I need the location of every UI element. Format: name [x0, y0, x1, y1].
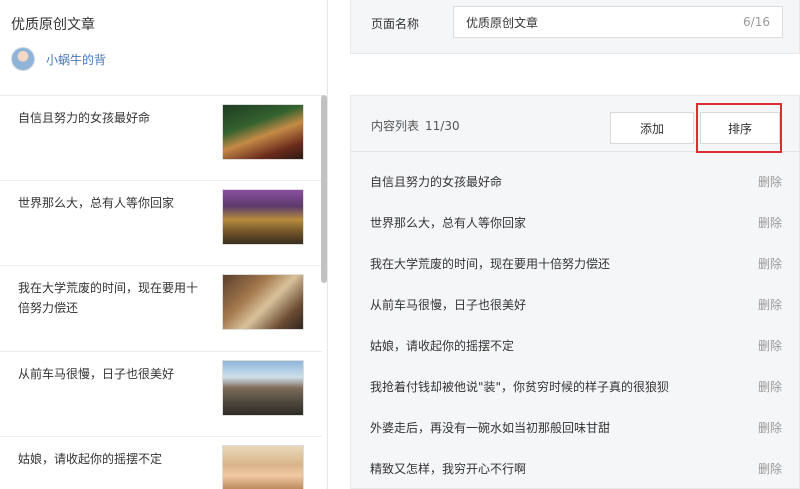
list-item-title: 世界那么大，总有人等你回家	[370, 216, 527, 230]
sort-button[interactable]: 排序	[700, 112, 780, 144]
article-thumbnail	[222, 445, 304, 489]
delete-link[interactable]: 删除	[758, 296, 782, 313]
article-item[interactable]: 世界那么大，总有人等你回家	[0, 180, 322, 265]
delete-link[interactable]: 删除	[758, 255, 782, 272]
list-item-title: 我抢着付钱却被他说"装"，你贫穷时候的样子真的很狼狈	[370, 380, 670, 394]
preview-panel: 优质原创文章 小蜗牛的背 自信且努力的女孩最好命 世界那么大，总有人等你回家 我…	[0, 0, 328, 489]
article-title: 从前车马很慢，日子也很美好	[18, 367, 175, 381]
add-button[interactable]: 添加	[610, 112, 694, 144]
article-thumbnail	[222, 189, 304, 245]
article-thumbnail	[222, 274, 304, 330]
delete-link[interactable]: 删除	[758, 378, 782, 395]
content-list-label: 内容列表 11/30	[371, 117, 460, 134]
article-title: 世界那么大，总有人等你回家	[18, 196, 175, 210]
list-item-title: 我在大学荒废的时间，现在要用十倍努力偿还	[370, 257, 611, 271]
delete-link[interactable]: 删除	[758, 337, 782, 354]
article-title: 自信且努力的女孩最好命	[18, 111, 151, 125]
article-item[interactable]: 从前车马很慢，日子也很美好	[0, 351, 322, 436]
content-list-header: 内容列表 11/30 添加 排序	[351, 96, 799, 153]
list-item: 我抢着付钱却被他说"装"，你贫穷时候的样子真的很狼狈 删除	[351, 364, 799, 405]
delete-link[interactable]: 删除	[758, 460, 782, 477]
delete-link[interactable]: 删除	[758, 173, 782, 190]
list-item-title: 自信且努力的女孩最好命	[370, 175, 503, 189]
list-item-title: 姑娘，请收起你的摇摆不定	[370, 339, 515, 353]
list-item: 我在大学荒废的时间，现在要用十倍努力偿还 删除	[351, 241, 799, 282]
article-thumbnail	[222, 360, 304, 416]
list-item-title: 外婆走后，再没有一碗水如当初那般回味甘甜	[370, 421, 611, 435]
article-thumbnail	[222, 104, 304, 160]
page-name-value[interactable]: 优质原创文章	[466, 14, 743, 31]
list-item-title: 从前车马很慢，日子也很美好	[370, 298, 527, 312]
article-item[interactable]: 姑娘，请收起你的摇摆不定	[0, 436, 322, 489]
delete-link[interactable]: 删除	[758, 214, 782, 231]
author-name[interactable]: 小蜗牛的背	[46, 51, 106, 68]
article-item[interactable]: 我在大学荒废的时间，现在要用十倍努力偿还	[0, 265, 322, 351]
char-counter: 6/16	[743, 15, 770, 29]
page-title: 优质原创文章	[11, 17, 95, 33]
content-list-title: 内容列表	[371, 119, 420, 133]
list-item: 外婆走后，再没有一碗水如当初那般回味甘甜 删除	[351, 405, 799, 446]
page-name-input[interactable]: 优质原创文章 6/16	[453, 6, 783, 38]
article-title: 我在大学荒废的时间，现在要用十倍努力偿还	[18, 281, 199, 315]
article-item[interactable]: 自信且努力的女孩最好命	[0, 95, 322, 180]
page-name-label: 页面名称	[371, 17, 420, 31]
content-items: 自信且努力的女孩最好命 删除 世界那么大，总有人等你回家 删除 我在大学荒废的时…	[351, 159, 799, 487]
content-list-section: 内容列表 11/30 添加 排序 自信且努力的女孩最好命 删除 世界那么大，总有人…	[350, 95, 800, 489]
scrollbar[interactable]	[321, 95, 327, 283]
list-item: 自信且努力的女孩最好命 删除	[351, 159, 799, 200]
delete-link[interactable]: 删除	[758, 419, 782, 436]
page-name-section: 页面名称 优质原创文章 6/16	[350, 0, 800, 54]
content-list-count: 11/30	[425, 119, 460, 133]
list-item: 精致又怎样，我穷开心不行啊 删除	[351, 446, 799, 487]
list-item-title: 精致又怎样，我穷开心不行啊	[370, 462, 527, 476]
list-item: 从前车马很慢，日子也很美好 删除	[351, 282, 799, 323]
avatar	[11, 47, 35, 71]
list-item: 世界那么大，总有人等你回家 删除	[351, 200, 799, 241]
article-list: 自信且努力的女孩最好命 世界那么大，总有人等你回家 我在大学荒废的时间，现在要用…	[0, 95, 322, 489]
author[interactable]: 小蜗牛的背	[11, 45, 106, 73]
list-item: 姑娘，请收起你的摇摆不定 删除	[351, 323, 799, 364]
article-title: 姑娘，请收起你的摇摆不定	[18, 452, 163, 466]
